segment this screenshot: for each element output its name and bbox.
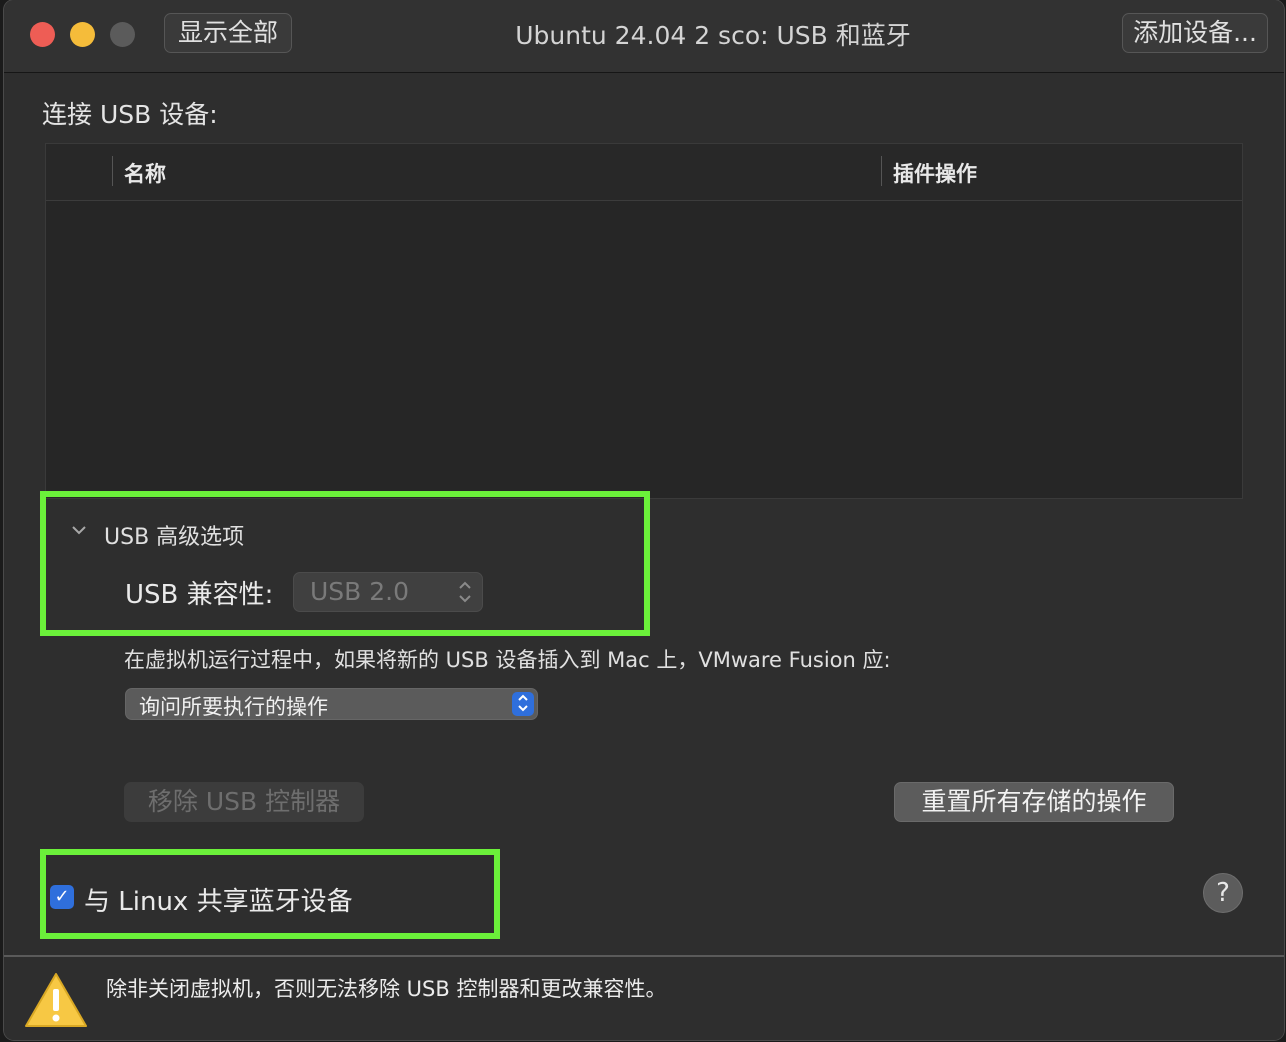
column-separator bbox=[112, 156, 113, 186]
share-bluetooth-label[interactable]: 与 Linux 共享蓝牙设备 bbox=[84, 881, 353, 918]
usb-advanced-options-toggle[interactable]: USB 高级选项 bbox=[104, 519, 244, 551]
new-device-prompt: 在虚拟机运行过程中，如果将新的 USB 设备插入到 Mac 上，VMware F… bbox=[124, 648, 891, 672]
remove-usb-controller-button: 移除 USB 控制器 bbox=[124, 782, 364, 822]
footer-warning: 除非关闭虚拟机，否则无法移除 USB 控制器和更改兼容性。 bbox=[4, 955, 1284, 1040]
add-device-button[interactable]: 添加设备... bbox=[1122, 13, 1268, 53]
window-title: Ubuntu 24.04 2 sco: USB 和蓝牙 bbox=[515, 21, 911, 50]
column-header-plugin-action[interactable]: 插件操作 bbox=[893, 158, 977, 188]
new-device-action-select[interactable]: 询问所要执行的操作 bbox=[125, 688, 538, 720]
help-button[interactable]: ? bbox=[1203, 873, 1243, 913]
usb-compat-label: USB 兼容性: bbox=[125, 580, 274, 610]
settings-window: 显示全部 Ubuntu 24.04 2 sco: USB 和蓝牙 添加设备...… bbox=[4, 0, 1284, 1040]
warning-text: 除非关闭虚拟机，否则无法移除 USB 控制器和更改兼容性。 bbox=[106, 977, 667, 1001]
show-all-button[interactable]: 显示全部 bbox=[164, 13, 292, 53]
highlight-box bbox=[40, 491, 650, 636]
column-header-name[interactable]: 名称 bbox=[124, 158, 166, 188]
table-header: 名称 插件操作 bbox=[46, 144, 1242, 201]
updown-chevron-icon bbox=[458, 579, 472, 608]
title-bar: 显示全部 Ubuntu 24.04 2 sco: USB 和蓝牙 添加设备... bbox=[4, 0, 1284, 73]
zoom-window-button[interactable] bbox=[110, 22, 135, 47]
reset-stored-actions-button[interactable]: 重置所有存储的操作 bbox=[894, 782, 1174, 822]
share-bluetooth-checkbox[interactable]: ✓ bbox=[50, 885, 74, 909]
warning-icon bbox=[24, 971, 88, 1029]
column-separator bbox=[881, 156, 882, 186]
usb-compat-select[interactable]: USB 2.0 bbox=[293, 572, 483, 612]
minimize-window-button[interactable] bbox=[70, 22, 95, 47]
usb-compat-value: USB 2.0 bbox=[310, 577, 410, 606]
chevron-down-icon[interactable] bbox=[70, 520, 88, 544]
updown-chevron-icon bbox=[512, 692, 534, 716]
close-window-button[interactable] bbox=[30, 22, 55, 47]
usb-device-table[interactable]: 名称 插件操作 bbox=[45, 143, 1243, 499]
usb-devices-label: 连接 USB 设备: bbox=[42, 100, 218, 129]
new-device-action-value: 询问所要执行的操作 bbox=[139, 695, 328, 719]
